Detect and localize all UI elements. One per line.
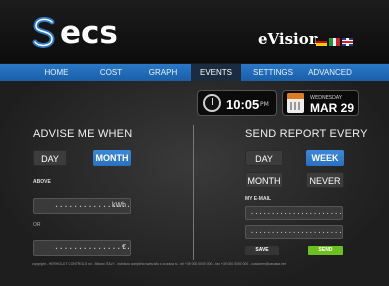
nav-cost[interactable]: COST [91,64,131,81]
logo: ecs [30,16,118,50]
nav-events[interactable]: EVENTS [191,64,241,81]
email-label: MY E-MAIL [245,196,272,202]
column-divider [193,125,194,260]
date-display: WEDNESDAY MAR 29 [282,90,359,116]
cost-threshold-input[interactable]: ................... € [33,240,131,256]
save-button[interactable]: SAVE [245,246,279,255]
calendar-icon [287,93,304,113]
brand-name: eVision [258,30,320,48]
advise-month-button[interactable]: MONTH [93,150,131,166]
report-never-button[interactable]: NEVER [306,172,344,188]
above-label: ABOVE [33,179,51,185]
advise-title: ADVISE ME WHEN [33,128,133,140]
uk-flag-icon[interactable] [342,38,353,46]
nav-settings[interactable]: SETTINGS [247,64,299,81]
or-label: OR [33,222,41,228]
clock-time: 10:05 [226,97,260,112]
euro-unit: € [122,244,126,251]
main-nav: HOME COST GRAPH EVENTS SETTINGS ADVANCED [0,64,389,81]
logo-text: ecs [60,15,118,51]
ecs-logo-icon [32,16,55,48]
kwh-unit: kWh [112,202,126,209]
cost-threshold-value: ................... [54,243,131,252]
nav-advanced[interactable]: ADVANCED [303,64,357,81]
email-input-2[interactable]: ..........................@.......... [245,225,343,239]
report-title: SEND REPORT EVERY [245,128,368,140]
footer-copyright: copyright - HERHOLDT CONTROLS srl - Mila… [32,262,286,266]
clock-icon [203,94,221,112]
clock-display: 10:05 PM [197,90,277,116]
kwh-threshold-input[interactable]: ................. kWh [33,198,131,214]
send-button[interactable]: SEND [308,246,343,255]
report-month-button[interactable]: MONTH [245,172,283,188]
nav-graph[interactable]: GRAPH [139,64,187,81]
email-input-1[interactable]: ..........................@.......... [245,206,343,220]
date-value: MAR 29 [310,101,355,115]
nav-home[interactable]: HOME [26,64,87,81]
header: ecs eVision [0,0,389,63]
report-week-button[interactable]: WEEK [306,150,344,166]
report-day-button[interactable]: DAY [245,150,283,166]
german-flag-icon[interactable] [316,38,327,47]
italian-flag-icon[interactable] [329,38,341,46]
advise-day-button[interactable]: DAY [33,150,67,166]
language-selector [316,38,353,47]
clock-ampm: PM [260,101,269,108]
